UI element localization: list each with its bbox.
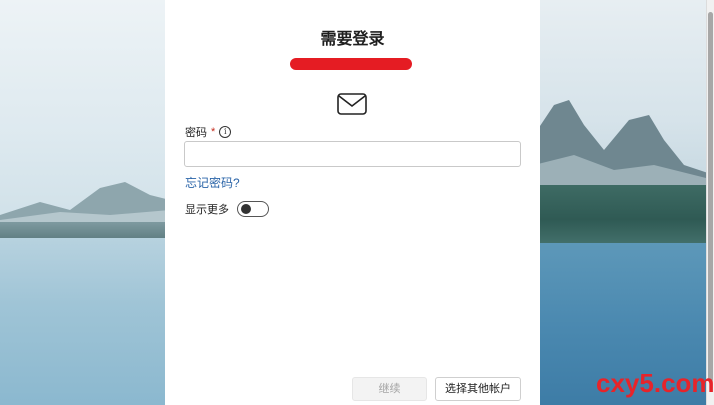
forest-right <box>534 185 714 243</box>
toggle-knob <box>241 204 251 214</box>
forgot-password-link[interactable]: 忘记密码? <box>185 174 240 191</box>
scrollbar[interactable] <box>706 0 714 405</box>
dialog-title: 需要登录 <box>320 31 385 48</box>
password-label-text: 密码 <box>185 127 207 139</box>
lake-left <box>0 238 170 405</box>
choose-other-account-button[interactable]: 选择其他帐户 <box>435 377 521 401</box>
sign-in-dialog: 需要登录 密码 * i 忘记密码? 显示更多 继续 选择其他帐户 <box>165 0 540 405</box>
info-icon[interactable]: i <box>219 126 232 138</box>
password-input[interactable] <box>184 141 521 167</box>
mountains-right <box>534 100 714 195</box>
scrollbar-thumb[interactable] <box>708 12 713 382</box>
mail-icon <box>337 93 367 115</box>
watermark-logo: cxy5.com <box>596 368 714 398</box>
show-more-label: 显示更多 <box>185 204 229 216</box>
mountains-left <box>0 182 170 230</box>
password-label: 密码 * i <box>185 124 232 140</box>
show-more-toggle[interactable] <box>237 201 269 217</box>
show-more-row: 显示更多 <box>185 201 269 217</box>
continue-button[interactable]: 继续 <box>352 377 427 401</box>
redacted-account <box>290 58 412 70</box>
required-mark: * <box>211 126 216 138</box>
